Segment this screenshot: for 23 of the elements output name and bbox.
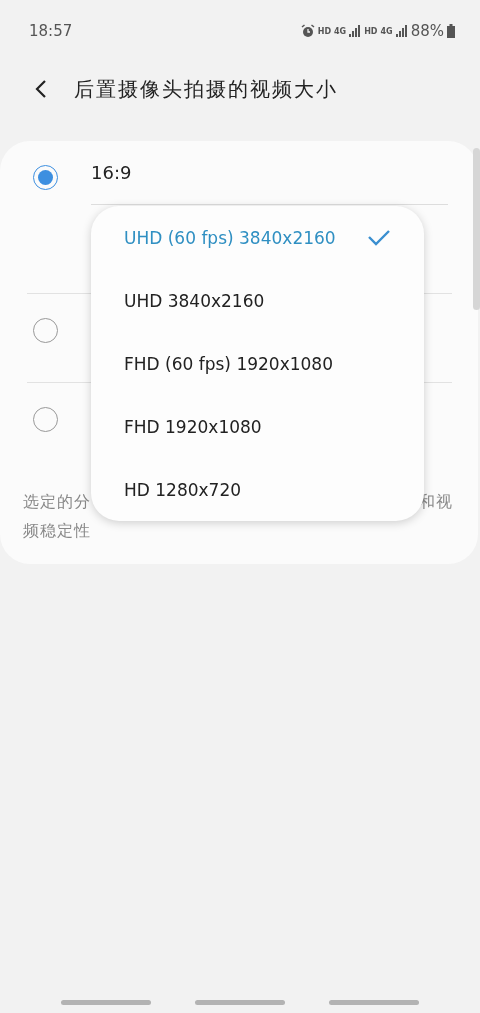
network-label: 4G [334, 26, 347, 36]
hd-label: HD [364, 26, 378, 36]
status-time: 18:57 [29, 22, 73, 40]
page-title: 后置摄像头拍摄的视频大小 [74, 75, 338, 103]
resolution-option[interactable]: UHD 3840x2160 [124, 269, 391, 332]
signal-icon [395, 25, 408, 37]
description-text: 频稳定性 [23, 521, 91, 540]
nav-handle[interactable] [61, 1000, 151, 1005]
option-label: 16:9 [91, 162, 132, 183]
signal-icon [349, 25, 362, 37]
description-text: 选定的分 [23, 491, 91, 513]
resolution-option[interactable]: FHD (60 fps) 1920x1080 [124, 332, 391, 395]
alarm-icon [300, 24, 315, 38]
nav-handle[interactable] [195, 1000, 285, 1005]
resolution-option[interactable]: UHD (60 fps) 3840x2160 [124, 206, 391, 269]
nav-handle[interactable] [329, 1000, 419, 1005]
checkmark-icon [367, 228, 391, 247]
hd-label: HD [317, 26, 332, 36]
resolution-option[interactable]: HD 1280x720 [124, 458, 391, 521]
resolution-option[interactable]: FHD 1920x1080 [124, 395, 391, 458]
battery-percent: 88% [410, 22, 444, 40]
network-label: 4G [380, 26, 393, 36]
battery-icon [447, 24, 455, 38]
